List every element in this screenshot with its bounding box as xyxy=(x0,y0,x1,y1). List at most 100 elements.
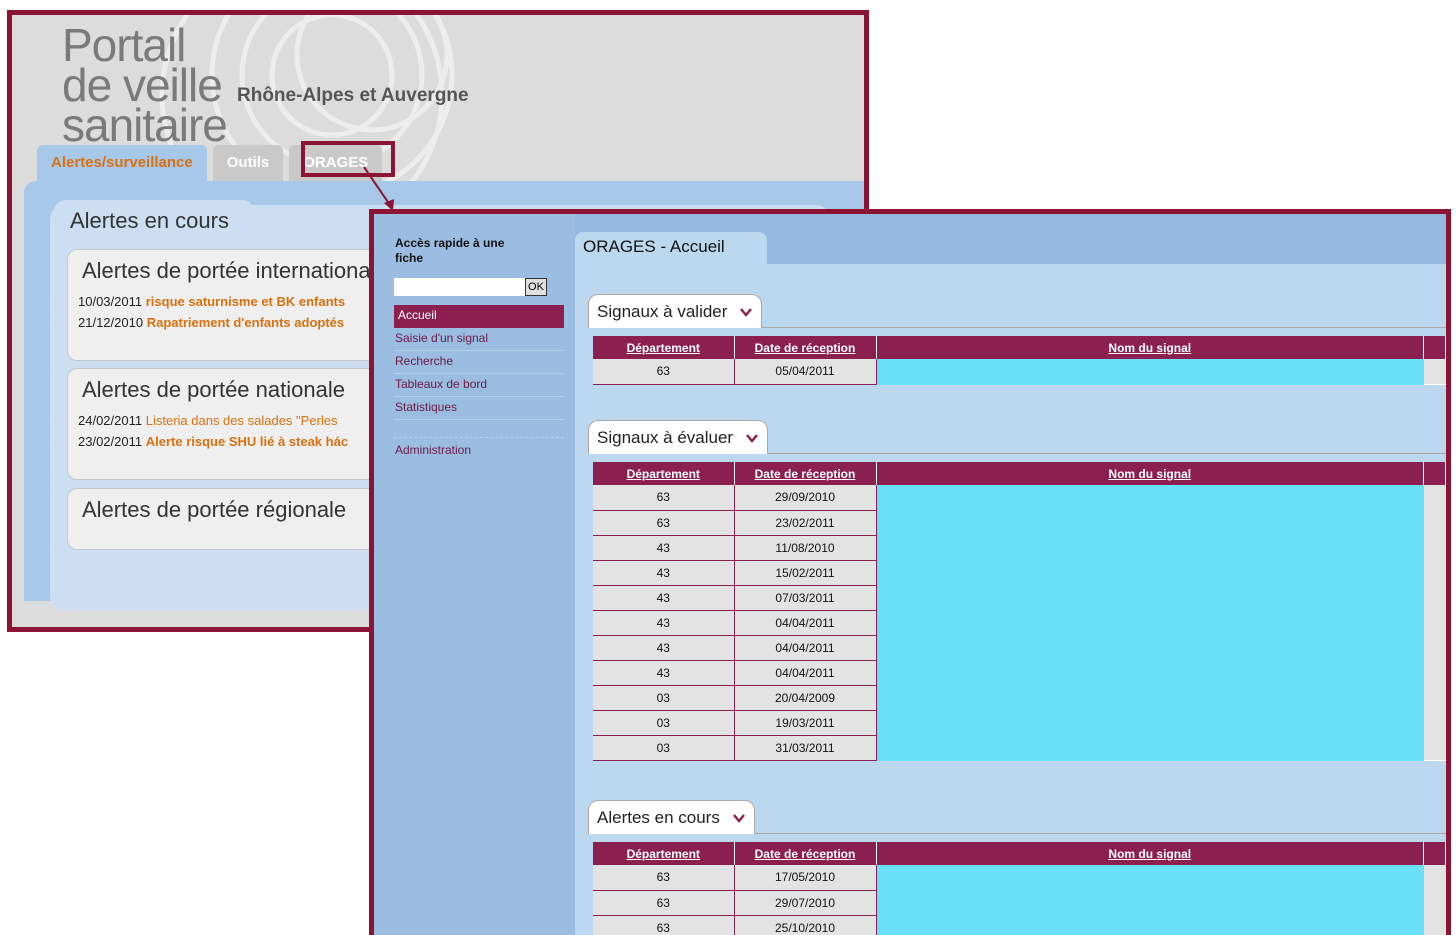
table-row[interactable]: 43 15/02/2011 xyxy=(593,560,1446,586)
cell-tail xyxy=(1423,635,1446,660)
sidebar: Accès rapide à une fiche OK Accueil Sais… xyxy=(374,214,575,935)
cell-nom-redacted[interactable] xyxy=(876,510,1424,536)
cell-departement: 43 xyxy=(593,535,735,561)
col-nom[interactable]: Nom du signal xyxy=(876,462,1424,485)
ok-button[interactable]: OK xyxy=(525,278,547,296)
orages-window: Accès rapide à une fiche OK Accueil Sais… xyxy=(369,209,1451,935)
cell-departement: 03 xyxy=(593,735,735,761)
quick-access-input[interactable] xyxy=(394,278,525,296)
cell-departement: 43 xyxy=(593,660,735,686)
cell-departement: 03 xyxy=(593,685,735,711)
sidebar-nav: Accueil Saisie d'un signal Recherche Tab… xyxy=(394,305,564,463)
table-body: 63 05/04/2011 xyxy=(593,359,1446,385)
cell-nom-redacted[interactable] xyxy=(876,610,1424,636)
table-row[interactable]: 43 04/04/2011 xyxy=(593,660,1446,686)
section-tab[interactable]: Signaux à valider xyxy=(588,294,763,328)
cell-date: 23/02/2011 xyxy=(734,510,877,536)
cell-date: 31/03/2011 xyxy=(734,735,877,761)
sidebar-item-administration[interactable]: Administration xyxy=(394,440,564,463)
col-nom[interactable]: Nom du signal xyxy=(876,336,1424,359)
cell-nom-redacted[interactable] xyxy=(876,359,1424,385)
cell-nom-redacted[interactable] xyxy=(876,915,1424,935)
section-tab[interactable]: Signaux à évaluer xyxy=(588,420,769,454)
sidebar-item-accueil[interactable]: Accueil xyxy=(394,305,564,328)
table-row[interactable]: 43 04/04/2011 xyxy=(593,635,1446,661)
table-body: 63 29/09/2010 63 23/02/2011 43 11/08/2010 43 15… xyxy=(593,485,1446,761)
cell-tail xyxy=(1423,685,1446,710)
cell-departement: 63 xyxy=(593,865,735,891)
cell-nom-redacted[interactable] xyxy=(876,535,1424,561)
cell-departement: 63 xyxy=(593,510,735,536)
cell-nom-redacted[interactable] xyxy=(876,485,1424,511)
cell-nom-redacted[interactable] xyxy=(876,560,1424,586)
table-row[interactable]: 63 17/05/2010 xyxy=(593,865,1446,891)
cell-departement: 43 xyxy=(593,635,735,661)
cell-date: 04/04/2011 xyxy=(734,635,877,661)
cell-departement: 43 xyxy=(593,610,735,636)
alert-link[interactable]: risque saturnisme et BK enfants xyxy=(146,294,345,309)
col-date[interactable]: Date de réception xyxy=(734,336,877,359)
cell-date: 15/02/2011 xyxy=(734,560,877,586)
quick-access-label: Accès rapide à une fiche xyxy=(395,236,505,265)
table-body: 63 17/05/2010 63 29/07/2010 63 25/10/2010 xyxy=(593,865,1446,935)
cell-nom-redacted[interactable] xyxy=(876,685,1424,711)
sidebar-item-recherche[interactable]: Recherche xyxy=(394,351,564,374)
cell-departement: 63 xyxy=(593,890,735,916)
col-tail xyxy=(1423,462,1446,485)
table-row[interactable]: 03 31/03/2011 xyxy=(593,735,1446,761)
col-date[interactable]: Date de réception xyxy=(734,842,877,865)
table-row[interactable]: 63 05/04/2011 xyxy=(593,359,1446,385)
sidebar-item-saisie[interactable]: Saisie d'un signal xyxy=(394,328,564,351)
col-date[interactable]: Date de réception xyxy=(734,462,877,485)
tab-outils[interactable]: Outils xyxy=(212,145,284,181)
table-row[interactable]: 03 19/03/2011 xyxy=(593,710,1446,736)
cell-tail xyxy=(1423,560,1446,585)
alert-link[interactable]: Listeria dans des salades "Perles xyxy=(146,413,338,428)
col-nom[interactable]: Nom du signal xyxy=(876,842,1424,865)
signals-table: Département Date de réception Nom du sig… xyxy=(593,462,1446,761)
cell-departement: 63 xyxy=(593,915,735,935)
cell-date: 04/04/2011 xyxy=(734,660,877,686)
alert-link[interactable]: Rapatriement d'enfants adoptés xyxy=(147,315,344,330)
chevron-down-icon[interactable] xyxy=(732,811,746,825)
pointer-arrow xyxy=(363,166,394,211)
section-tab[interactable]: Alertes en cours xyxy=(588,800,755,834)
cell-date: 05/04/2011 xyxy=(734,359,877,385)
table-row[interactable]: 43 07/03/2011 xyxy=(593,585,1446,611)
table-row[interactable]: 43 04/04/2011 xyxy=(593,610,1446,636)
table-row[interactable]: 63 23/02/2011 xyxy=(593,510,1446,536)
table-row[interactable]: 63 29/09/2010 xyxy=(593,485,1446,511)
cell-tail xyxy=(1423,890,1446,915)
table-header: Département Date de réception Nom du sig… xyxy=(593,462,1446,485)
cell-date: 20/04/2009 xyxy=(734,685,877,711)
chevron-down-icon[interactable] xyxy=(745,431,759,445)
col-departement[interactable]: Département xyxy=(593,462,735,485)
cell-departement: 03 xyxy=(593,710,735,736)
cell-nom-redacted[interactable] xyxy=(876,635,1424,661)
chevron-down-icon[interactable] xyxy=(739,305,753,319)
cell-nom-redacted[interactable] xyxy=(876,660,1424,686)
table-row[interactable]: 43 11/08/2010 xyxy=(593,535,1446,561)
cell-date: 25/10/2010 xyxy=(734,915,877,935)
tab-alertes-surveillance[interactable]: Alertes/surveillance xyxy=(37,145,207,181)
alerts-panel-title: Alertes en cours xyxy=(54,200,254,238)
cell-nom-redacted[interactable] xyxy=(876,585,1424,611)
cell-nom-redacted[interactable] xyxy=(876,890,1424,916)
sidebar-item-tableaux[interactable]: Tableaux de bord xyxy=(394,374,564,397)
cell-departement: 43 xyxy=(593,585,735,611)
cell-nom-redacted[interactable] xyxy=(876,710,1424,736)
table-row[interactable]: 63 25/10/2010 xyxy=(593,915,1446,935)
table-row[interactable]: 63 29/07/2010 xyxy=(593,890,1446,916)
col-departement[interactable]: Département xyxy=(593,842,735,865)
table-row[interactable]: 03 20/04/2009 xyxy=(593,685,1446,711)
cell-tail xyxy=(1423,585,1446,610)
table-alertes: Département Date de réception Nom du sig… xyxy=(593,842,1446,935)
alert-link[interactable]: Alerte risque SHU lié à steak hác xyxy=(146,434,348,449)
block-signaux-valider: Signaux à valider Département Date de ré… xyxy=(588,294,1446,402)
table-valider: Département Date de réception Nom du sig… xyxy=(593,336,1446,385)
sidebar-item-statistiques[interactable]: Statistiques xyxy=(394,397,564,420)
cell-nom-redacted[interactable] xyxy=(876,865,1424,891)
col-departement[interactable]: Département xyxy=(593,336,735,359)
cell-nom-redacted[interactable] xyxy=(876,735,1424,761)
cell-departement: 63 xyxy=(593,359,735,385)
